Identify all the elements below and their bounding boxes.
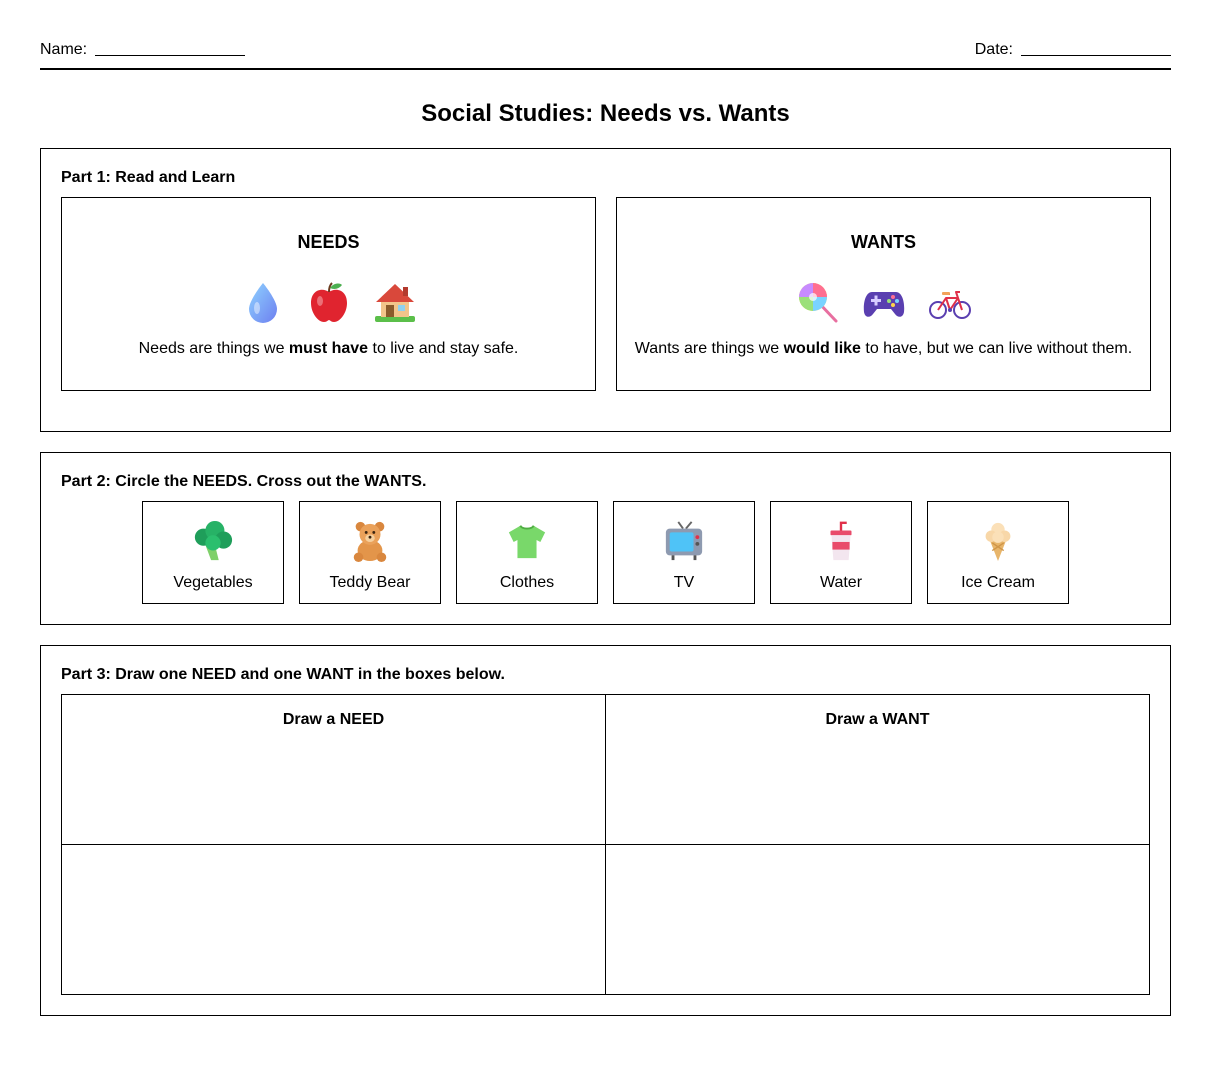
item-label: Vegetables	[173, 574, 253, 591]
item-card-teddy-bear[interactable]: Teddy Bear	[299, 501, 441, 604]
draw-need-label: Draw a NEED	[282, 711, 385, 728]
item-label: TV	[673, 574, 695, 591]
draw-want-area[interactable]	[606, 845, 1149, 994]
part2-section: Part 2: Circle the NEEDS. Cross out the …	[40, 452, 1171, 625]
needs-heading: NEEDS	[297, 232, 360, 252]
page-title: Social Studies: Needs vs. Wants	[421, 100, 790, 127]
item-label: Water	[819, 574, 863, 591]
part2-title: Part 2: Circle the NEEDS. Cross out the …	[61, 473, 427, 490]
part3-title: Part 3: Draw one NEED and one WANT in th…	[61, 666, 505, 683]
game-controller-icon	[863, 292, 904, 317]
item-label: Clothes	[499, 574, 555, 591]
draw-need-area[interactable]	[62, 845, 606, 994]
bicycle-icon	[928, 291, 971, 319]
item-card-vegetables[interactable]: Vegetables	[142, 501, 284, 604]
draw-need-header-cell: Draw a NEED	[62, 695, 606, 845]
part1-section: Part 1: Read and Learn NEEDS Needs are t…	[40, 148, 1171, 432]
name-label: Name:	[40, 41, 88, 58]
lollipop-icon	[798, 283, 837, 323]
wants-heading: WANTS	[851, 232, 916, 252]
item-card-ice-cream[interactable]: Ice Cream	[927, 501, 1069, 604]
item-label: Ice Cream	[961, 574, 1035, 591]
water-drop-icon	[248, 283, 277, 323]
television-icon	[665, 521, 703, 561]
item-label: Teddy Bear	[329, 574, 411, 591]
item-cards: Vegetables Teddy Bear Clothes TV Water I…	[142, 501, 1069, 604]
needs-emphasis: must have	[288, 340, 369, 357]
part3-section: Part 3: Draw one NEED and one WANT in th…	[40, 645, 1171, 1016]
wants-icons	[617, 280, 1150, 324]
t-shirt-icon	[508, 525, 546, 559]
date-blank[interactable]	[1021, 40, 1171, 56]
needs-icons	[62, 280, 595, 324]
wants-description: Wants are things we would like to have, …	[634, 340, 1133, 357]
apple-icon	[310, 282, 347, 322]
teddy-bear-icon	[353, 521, 387, 562]
drawing-grid: Draw a NEED Draw a WANT	[61, 694, 1150, 995]
house-icon	[374, 284, 415, 322]
worksheet-header: Name: Date:	[40, 38, 1171, 70]
wants-emphasis: would like	[783, 340, 861, 357]
date-field: Date:	[975, 40, 1171, 59]
wants-box: WANTS Wants are things we would like to …	[616, 197, 1151, 391]
name-field: Name:	[40, 40, 246, 59]
broccoli-icon	[194, 520, 233, 561]
item-card-tv[interactable]: TV	[613, 501, 755, 604]
ice-cream-icon	[985, 522, 1011, 562]
date-label: Date:	[974, 41, 1013, 58]
part1-title: Part 1: Read and Learn	[61, 169, 236, 186]
needs-description: Needs are things we must have to live an…	[138, 340, 519, 357]
needs-box: NEEDS Needs are things we must have to l…	[61, 197, 596, 391]
cup-with-straw-icon	[830, 521, 852, 561]
draw-want-header-cell: Draw a WANT	[606, 695, 1149, 845]
draw-want-label: Draw a WANT	[825, 711, 930, 728]
item-card-water[interactable]: Water	[770, 501, 912, 604]
item-card-clothes[interactable]: Clothes	[456, 501, 598, 604]
name-blank[interactable]	[95, 40, 246, 56]
